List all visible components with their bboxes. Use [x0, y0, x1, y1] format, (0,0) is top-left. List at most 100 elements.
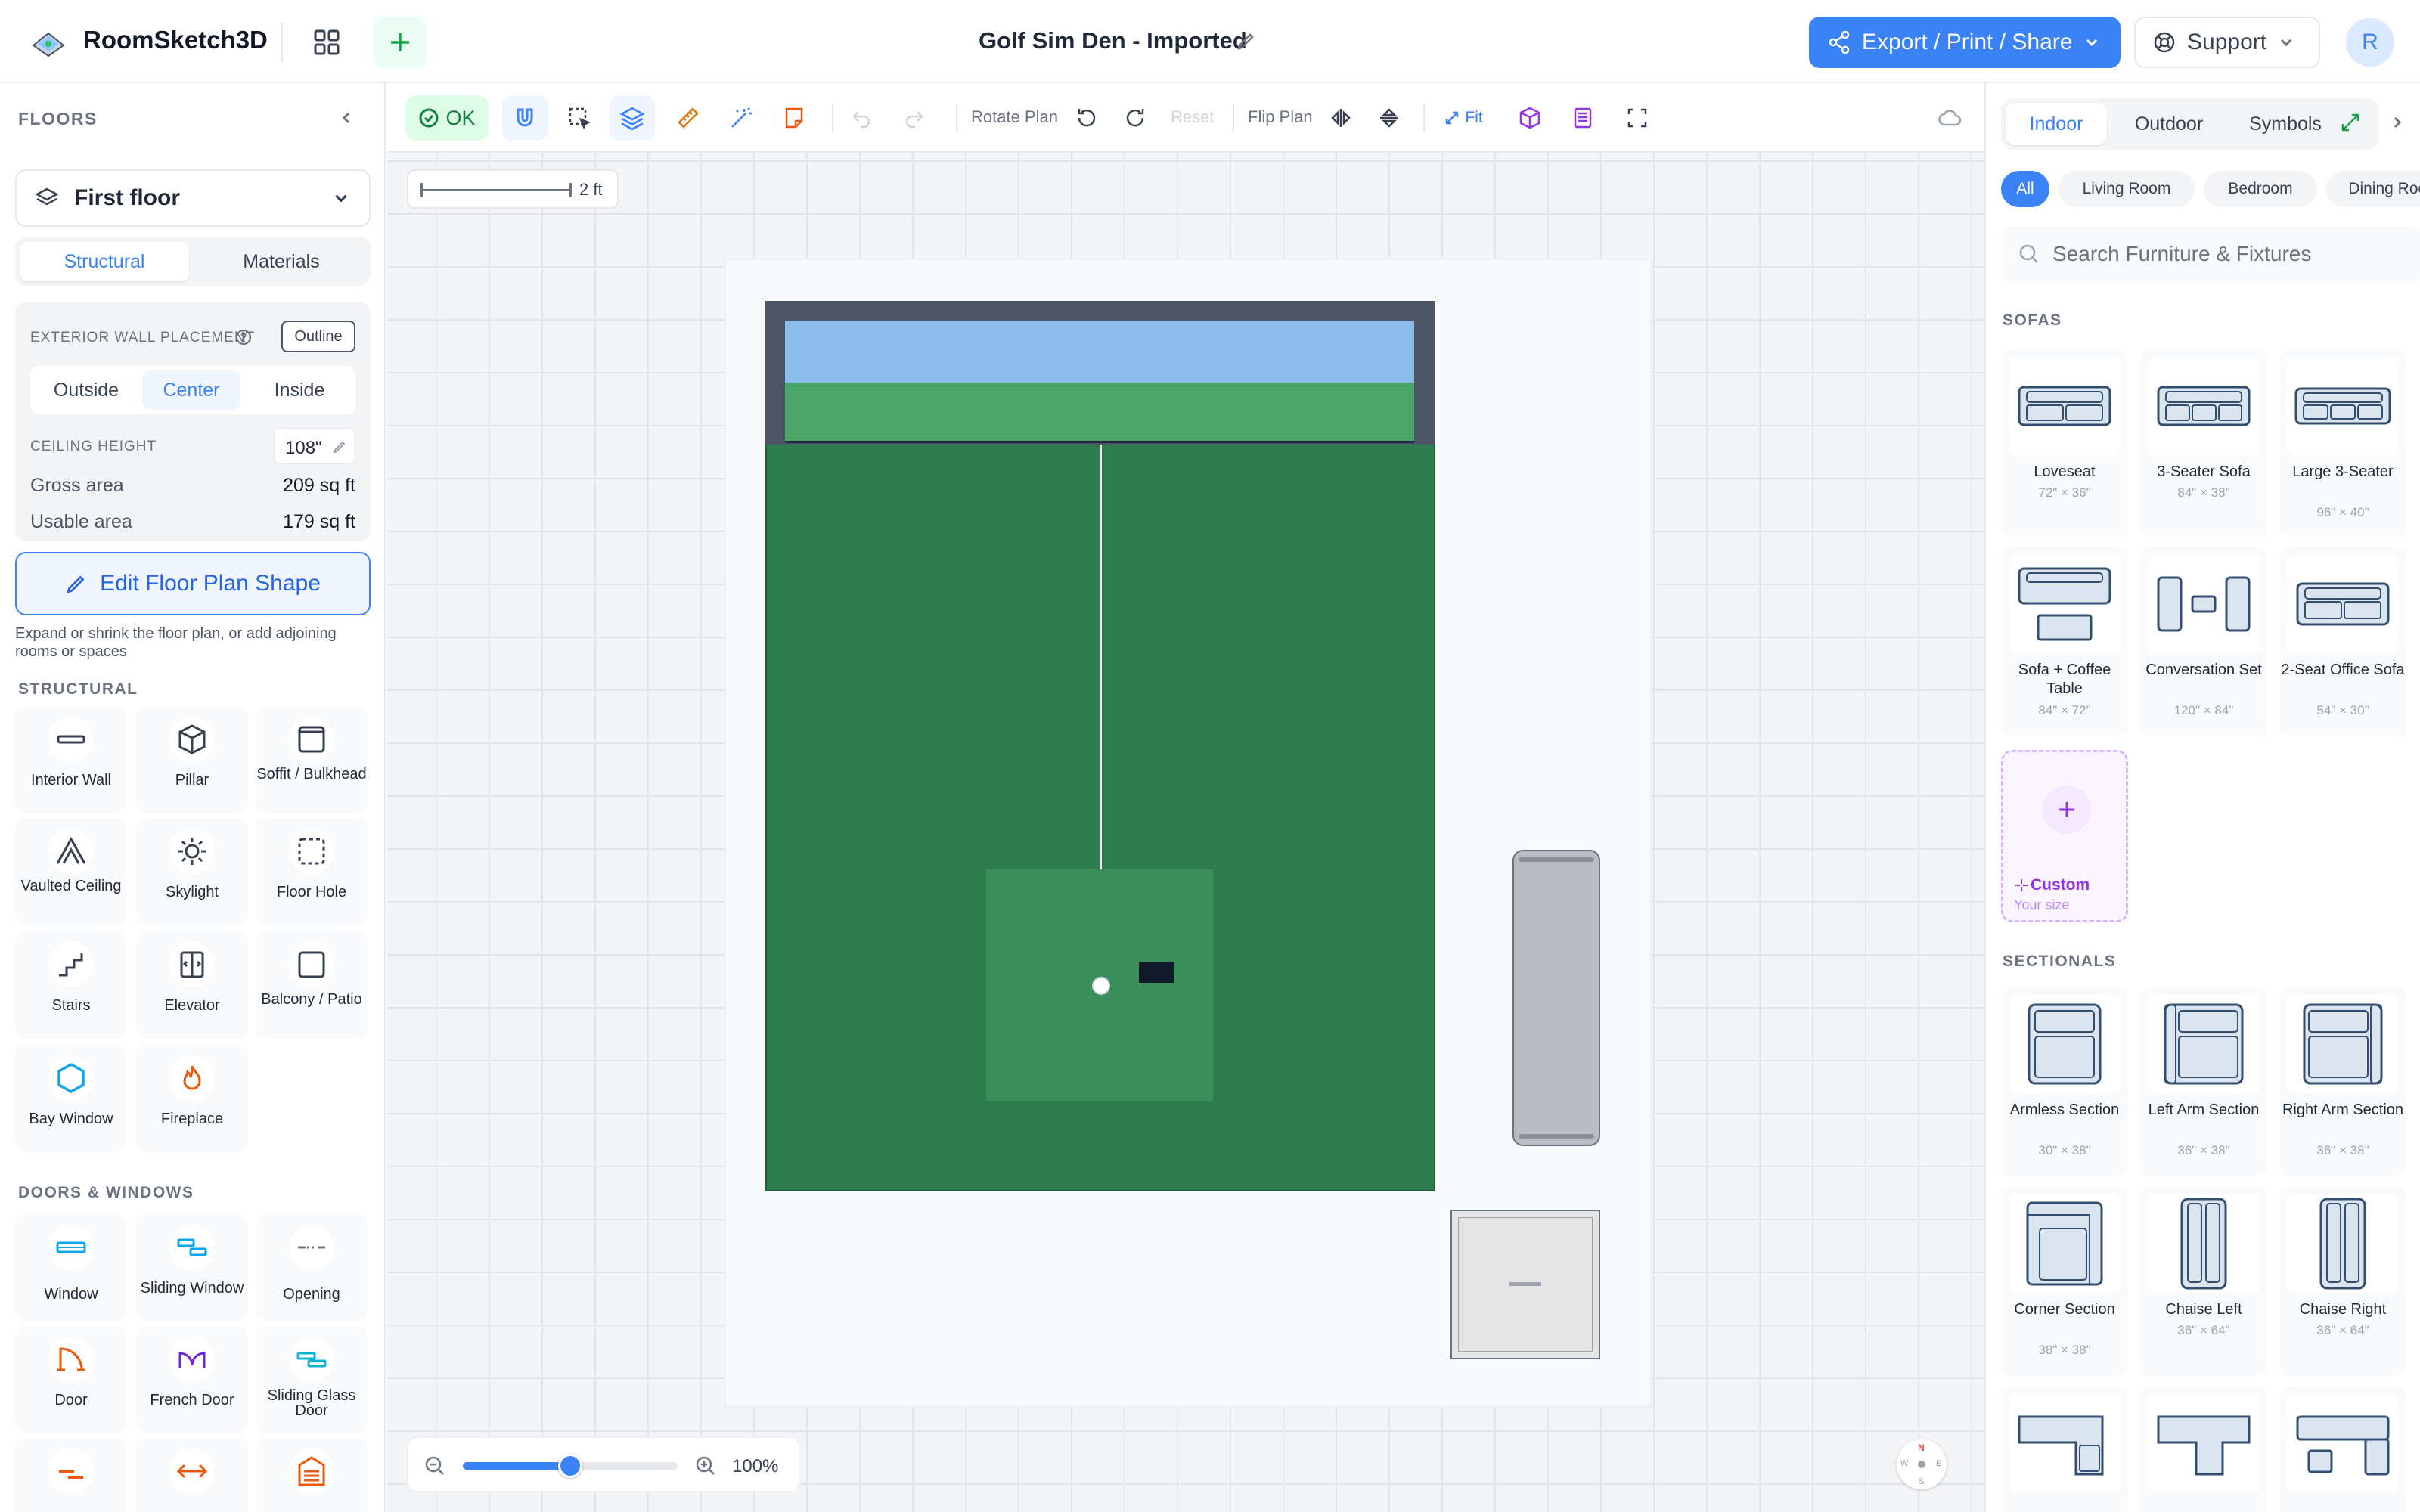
item-dimensions: 36" × 38": [2177, 1143, 2230, 1157]
tool-interior-wall[interactable]: Interior Wall: [15, 706, 127, 813]
item-corner-section[interactable]: Corner Section 38" × 38": [2001, 1187, 2128, 1376]
status-ok-badge[interactable]: OK: [405, 95, 489, 141]
item-conversation-set[interactable]: Conversation Set 120" × 84": [2140, 547, 2267, 736]
notes-button[interactable]: [773, 95, 815, 141]
expand-panel-icon[interactable]: [2334, 106, 2367, 139]
magic-wand-button[interactable]: [720, 95, 762, 141]
chip-living-room[interactable]: Living Room: [2059, 171, 2195, 207]
user-avatar[interactable]: R: [2346, 18, 2394, 67]
item-sectional-u[interactable]: [2279, 1387, 2406, 1512]
tool-balcony-patio[interactable]: Balcony / Patio: [256, 931, 368, 1039]
bench-sofa-item[interactable]: [1512, 850, 1600, 1146]
edit-floor-plan-shape-button[interactable]: Edit Floor Plan Shape: [15, 552, 371, 615]
tool-more-1[interactable]: [15, 1438, 127, 1512]
collapse-panel-chevron-icon[interactable]: [2384, 109, 2411, 136]
outline-toggle[interactable]: Outline: [281, 321, 355, 352]
dashboard-grid-icon[interactable]: [306, 23, 348, 62]
tab-symbols[interactable]: Symbols: [2231, 103, 2340, 145]
tool-bay-window[interactable]: Bay Window: [15, 1045, 127, 1152]
app-logo-icon: [29, 23, 68, 62]
redo-button[interactable]: [895, 95, 933, 141]
tool-window[interactable]: Window: [15, 1214, 127, 1321]
chip-all[interactable]: All: [2001, 171, 2049, 207]
tool-pillar[interactable]: Pillar: [136, 706, 248, 813]
tab-indoor[interactable]: Indoor: [2006, 103, 2107, 145]
add-new-button[interactable]: [374, 17, 427, 68]
armless-thumbnail: [2009, 995, 2121, 1093]
collapse-panel-chevron-icon[interactable]: [334, 106, 358, 130]
zoom-slider-thumb[interactable]: [558, 1454, 582, 1478]
support-button[interactable]: Support: [2134, 17, 2320, 68]
usable-area-value: 179 sq ft: [283, 511, 355, 532]
item-loveseat[interactable]: Loveseat 72" × 36": [2001, 349, 2128, 537]
item-armless-section[interactable]: Armless Section 30" × 38": [2001, 987, 2128, 1176]
chip-bedroom[interactable]: Bedroom: [2204, 171, 2317, 207]
tool-fireplace[interactable]: Fireplace: [136, 1045, 248, 1152]
measure-button[interactable]: [667, 95, 709, 141]
item-sectional-l-left[interactable]: [2001, 1387, 2128, 1512]
tool-soffit-bulkhead[interactable]: Soffit / Bulkhead: [256, 706, 368, 813]
edit-title-pencil-icon[interactable]: [1234, 29, 1258, 53]
help-icon[interactable]: [234, 328, 253, 346]
tool-opening[interactable]: Opening: [256, 1214, 368, 1321]
zoom-in-icon[interactable]: [694, 1455, 717, 1477]
building-button[interactable]: [1564, 95, 1602, 141]
floor-plan-canvas[interactable]: 2 ft 100% N E S W: [387, 153, 1984, 1512]
item-3-seater-sofa[interactable]: 3-Seater Sofa 84" × 38": [2140, 349, 2267, 537]
item-large-3-seater[interactable]: Large 3-Seater 96" × 40": [2279, 349, 2406, 537]
tool-stairs[interactable]: Stairs: [15, 931, 127, 1039]
tool-sliding-window[interactable]: Sliding Window: [136, 1214, 248, 1321]
item-right-arm-section[interactable]: Right Arm Section 36" × 38": [2279, 987, 2406, 1176]
fit-button[interactable]: Fit: [1437, 95, 1490, 141]
tool-elevator[interactable]: Elevator: [136, 931, 248, 1039]
zoom-out-icon[interactable]: [424, 1455, 446, 1477]
custom-size-item[interactable]: Custom Your size: [2001, 750, 2128, 922]
side-table-item[interactable]: [1450, 1210, 1600, 1359]
chaise-right-thumbnail: [2287, 1194, 2399, 1293]
tool-skylight[interactable]: Skylight: [136, 818, 248, 925]
view-3d-button[interactable]: [1511, 95, 1549, 141]
rotate-left-button[interactable]: [1068, 95, 1106, 141]
item-left-arm-section[interactable]: Left Arm Section 36" × 38": [2140, 987, 2267, 1176]
tab-structural[interactable]: Structural: [20, 242, 189, 281]
flip-horizontal-button[interactable]: [1322, 95, 1360, 141]
placement-center[interactable]: Center: [142, 370, 240, 410]
undo-button[interactable]: [842, 95, 880, 141]
furniture-search-input[interactable]: Search Furniture & Fixtures: [2001, 227, 2420, 281]
tool-door[interactable]: Door: [15, 1326, 127, 1433]
tool-vaulted-ceiling[interactable]: Vaulted Ceiling: [15, 818, 127, 925]
tool-floor-hole[interactable]: Floor Hole: [256, 818, 368, 925]
fullscreen-button[interactable]: [1618, 95, 1656, 141]
tool-french-door[interactable]: French Door: [136, 1326, 248, 1433]
flip-vertical-button[interactable]: [1370, 95, 1408, 141]
floor-select[interactable]: First floor: [15, 169, 371, 227]
item-chaise-right[interactable]: Chaise Right 36" × 64": [2279, 1187, 2406, 1376]
select-tool-button[interactable]: [558, 95, 600, 141]
tab-outdoor[interactable]: Outdoor: [2113, 103, 2225, 145]
rotate-right-button[interactable]: [1116, 95, 1154, 141]
tool-sliding-glass-door[interactable]: Sliding Glass Door: [256, 1326, 368, 1433]
placement-outside[interactable]: Outside: [35, 370, 138, 410]
tool-more-3[interactable]: [256, 1438, 368, 1512]
chip-dining-room[interactable]: Dining Room: [2326, 171, 2420, 207]
tab-materials[interactable]: Materials: [197, 242, 366, 281]
export-print-share-button[interactable]: Export / Print / Share: [1809, 17, 2121, 68]
reset-rotation-button[interactable]: Reset: [1171, 107, 1214, 127]
compass-center: [1918, 1461, 1925, 1468]
item-2-seat-office-sofa[interactable]: 2-Seat Office Sofa 54" × 30": [2279, 547, 2406, 736]
item-chaise-left[interactable]: Chaise Left 36" × 64": [2140, 1187, 2267, 1376]
placement-inside[interactable]: Inside: [248, 370, 351, 410]
ceiling-height-input[interactable]: 108": [274, 428, 355, 464]
layers-button[interactable]: [610, 95, 655, 141]
tool-more-2[interactable]: [136, 1438, 248, 1512]
cloud-icon: [1938, 110, 1962, 126]
item-sectional-l-right[interactable]: [2140, 1387, 2267, 1512]
snap-magnet-button[interactable]: [502, 95, 548, 141]
item-sofa-coffee-table[interactable]: Sofa + Coffee Table 84" × 72": [2001, 547, 2128, 736]
compass[interactable]: N E S W: [1897, 1439, 1947, 1489]
cloud-sync-status[interactable]: [1931, 95, 1969, 141]
document-title[interactable]: Golf Sim Den - Imported: [979, 27, 1247, 54]
zoom-slider-track[interactable]: [463, 1454, 678, 1478]
launch-monitor[interactable]: [1139, 962, 1174, 983]
golf-ball-marker[interactable]: [1092, 977, 1110, 995]
